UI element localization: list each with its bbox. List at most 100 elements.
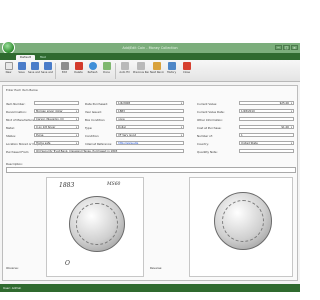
- other-information-label: Other Information:: [197, 118, 223, 122]
- current-value-date-label: Current Value Date:: [197, 110, 225, 114]
- delete-icon: [74, 62, 83, 70]
- cost-at-purchase-input[interactable]: $1.00 ▾: [239, 125, 294, 129]
- item-number-label: Item Number:: [6, 102, 26, 106]
- cost-at-purchase-value: $1.00: [281, 125, 289, 129]
- date-purchased-value: 1/4/2008: [118, 101, 131, 105]
- item-number-input[interactable]: [34, 101, 79, 105]
- save-close-icon: [30, 62, 39, 70]
- chevron-down-icon: ▾: [75, 118, 78, 121]
- refresh-icon: [88, 62, 97, 70]
- quantity-note-label: Quantity Note:: [197, 150, 218, 154]
- country-select[interactable]: United State ▾: [239, 141, 294, 145]
- other-information-input[interactable]: [239, 117, 294, 121]
- done-button-label: Done: [103, 71, 110, 74]
- panel-heading: Enter Each Item Below: [6, 88, 38, 92]
- close-button[interactable]: Close: [180, 62, 193, 81]
- close-button-label: Close: [182, 71, 191, 74]
- box-condition-input[interactable]: none: [116, 117, 184, 121]
- save-and-new-button[interactable]: Save and New: [41, 62, 54, 81]
- next-record-label: Next Record: [150, 71, 164, 74]
- autofill-icon: [120, 62, 129, 70]
- next-record-button[interactable]: Next Record: [150, 62, 164, 81]
- country-label: Country:: [197, 142, 209, 146]
- obverse-coin-image: [69, 196, 125, 252]
- description-input[interactable]: [6, 167, 296, 173]
- chevron-down-icon: ▾: [75, 134, 78, 137]
- history-icon: [167, 62, 176, 70]
- ribbon-tab-bar: Default Tool: [0, 53, 300, 60]
- metal-label: Metal:: [6, 126, 15, 130]
- save-button[interactable]: Save: [15, 62, 28, 81]
- history-button[interactable]: History: [165, 62, 178, 81]
- metal-select[interactable]: 0.xx 1/8 Silver ▾: [34, 125, 79, 129]
- ribbon-separator: [55, 63, 56, 79]
- next-icon: [153, 62, 161, 70]
- condition-select[interactable]: VF Very Good ▾: [116, 133, 184, 137]
- mint-select[interactable]: Carson (Nevada), CC ▾: [34, 117, 79, 121]
- reverse-image[interactable]: [189, 177, 293, 277]
- date-purchased-input[interactable]: 1/4/2008 ▾: [116, 101, 184, 105]
- current-value-date-value: 1/28/2010: [241, 109, 255, 113]
- delete-button[interactable]: Delete: [72, 62, 85, 81]
- new-button[interactable]: New: [2, 62, 15, 81]
- save-button-label: Save: [18, 71, 25, 74]
- chevron-down-icon: ▾: [290, 102, 293, 105]
- chevron-down-icon: ▾: [180, 134, 183, 137]
- mint-value: Carson (Nevada), CC: [36, 117, 65, 121]
- reverse-coin-image: [214, 192, 272, 250]
- status-select[interactable]: Purse ▾: [34, 133, 79, 137]
- app-window: Add/Edit Coin - Money Collection − □ × D…: [0, 0, 300, 300]
- type-select[interactable]: Dollar ▾: [116, 125, 184, 129]
- purchased-from-input[interactable]: Old Security Trust Bank, Cleveland Texas…: [34, 149, 184, 153]
- internet-reference-label: Internet Reference:: [85, 142, 113, 146]
- chevron-down-icon: ▾: [180, 126, 183, 129]
- obverse-image[interactable]: 1883 MS60 O: [46, 177, 144, 277]
- close-icon: [182, 62, 191, 70]
- save-and-close-button[interactable]: Save and Close: [28, 62, 41, 81]
- title-bar: Add/Edit Coin - Money Collection − □ ×: [0, 43, 300, 53]
- new-button-label: New: [5, 71, 12, 74]
- chevron-down-icon: ▾: [290, 126, 293, 129]
- save-icon: [17, 62, 26, 70]
- done-button[interactable]: Done: [100, 62, 113, 81]
- status-label: Status:: [6, 134, 16, 138]
- quantity-note-input[interactable]: [239, 149, 294, 153]
- minimize-button[interactable]: −: [275, 45, 282, 50]
- refresh-button[interactable]: Refresh: [86, 62, 99, 81]
- edit-button[interactable]: Edit: [58, 62, 71, 81]
- obverse-letter-handwriting: O: [65, 260, 70, 267]
- current-value-value: $25.00: [279, 101, 289, 105]
- current-value-input[interactable]: $25.00 ▾: [239, 101, 294, 105]
- obverse-grade-handwriting: MS60: [107, 182, 121, 187]
- edit-button-label: Edit: [61, 71, 68, 74]
- denomination-value: Morgan silver dollar: [36, 109, 63, 113]
- ribbon-toolbar: New Save Save and Close Save and New Edi…: [0, 60, 300, 82]
- internet-reference-link[interactable]: http://www.site: [116, 141, 184, 145]
- maximize-button[interactable]: □: [283, 45, 290, 50]
- chevron-down-icon: ▾: [290, 110, 293, 113]
- denomination-select[interactable]: Morgan silver dollar ▾: [34, 109, 79, 113]
- year-issued-input[interactable]: 1883: [116, 109, 184, 113]
- year-issued-label: Year Issued:: [85, 110, 102, 114]
- chevron-down-icon: ▾: [75, 110, 78, 113]
- window-controls: − □ ×: [275, 45, 298, 50]
- condition-value: VF Very Good: [118, 133, 137, 137]
- current-value-date-input[interactable]: 1/28/2010 ▾: [239, 109, 294, 113]
- edit-icon: [60, 62, 69, 70]
- window-close-button[interactable]: ×: [291, 45, 298, 50]
- delete-button-label: Delete: [74, 71, 83, 74]
- chevron-down-icon: ▾: [180, 102, 183, 105]
- reverse-label: Reverse:: [150, 266, 163, 270]
- done-icon: [102, 62, 111, 70]
- coin-rim: [76, 203, 118, 245]
- save-and-new-label: Save and New: [41, 71, 54, 74]
- location-select[interactable]: Home safe ▾: [34, 141, 79, 145]
- number-of-input[interactable]: 1: [239, 133, 294, 137]
- item-entry-panel: Enter Each Item Below Item Number: Denom…: [2, 85, 298, 281]
- refresh-button-label: Refresh: [87, 71, 98, 74]
- auto-fill-button[interactable]: Auto Fill: [118, 62, 131, 81]
- status-user: User: Admin: [3, 286, 22, 290]
- previous-record-button[interactable]: Previous Record: [133, 62, 149, 81]
- chevron-down-icon: ▾: [75, 126, 78, 129]
- window-title: Add/Edit Coin - Money Collection: [122, 46, 178, 50]
